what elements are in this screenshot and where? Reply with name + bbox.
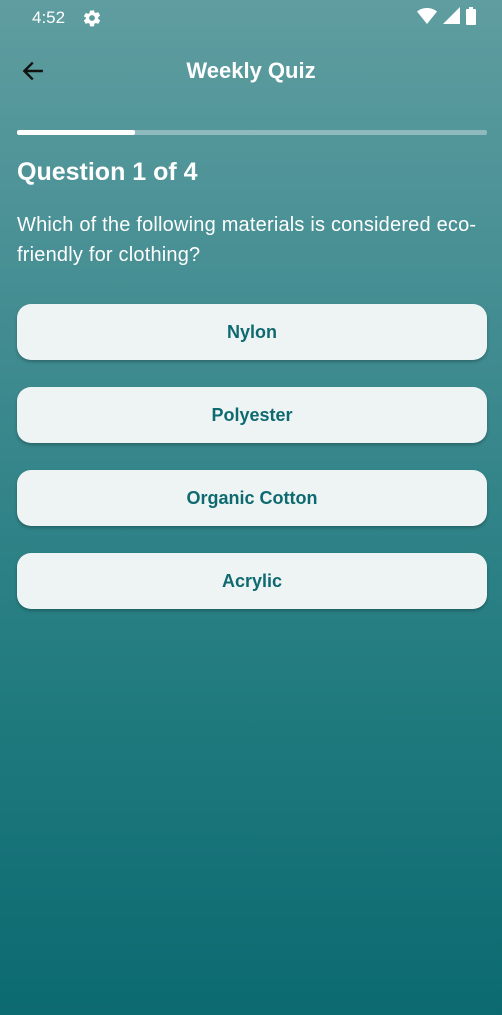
status-time: 4:52 bbox=[32, 8, 66, 27]
answer-options: Nylon Polyester Organic Cotton Acrylic bbox=[17, 304, 487, 636]
answer-option-button[interactable]: Polyester bbox=[17, 387, 487, 443]
settings-gear-icon bbox=[82, 8, 102, 28]
battery-icon bbox=[466, 6, 476, 30]
quiz-progress-bar bbox=[17, 130, 487, 135]
answer-option-button[interactable]: Nylon bbox=[17, 304, 487, 360]
page-title: Weekly Quiz bbox=[186, 58, 316, 83]
wifi-icon bbox=[417, 7, 437, 29]
quiz-progress-fill bbox=[17, 130, 135, 135]
question-number: Question 1 of 4 bbox=[17, 158, 198, 186]
answer-option-button[interactable]: Organic Cotton bbox=[17, 470, 487, 526]
status-bar: 4:52 bbox=[0, 0, 502, 36]
question-text: Which of the following materials is cons… bbox=[17, 214, 477, 266]
cell-signal-icon bbox=[443, 7, 460, 29]
app-bar: Weekly Quiz bbox=[0, 42, 502, 104]
status-icons bbox=[417, 6, 476, 30]
answer-option-button[interactable]: Acrylic bbox=[17, 553, 487, 609]
